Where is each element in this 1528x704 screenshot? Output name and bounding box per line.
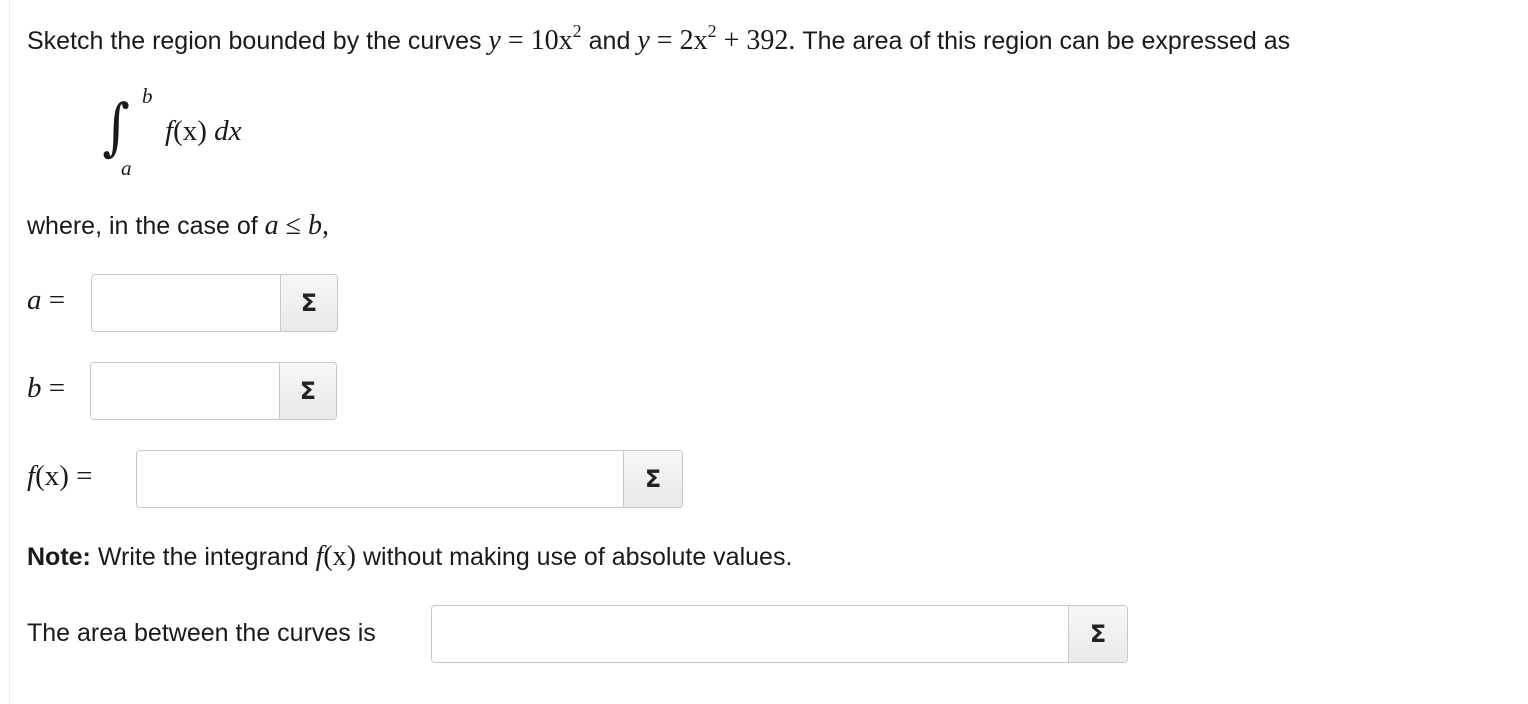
f-label: f(x) = bbox=[27, 460, 93, 492]
b-input[interactable] bbox=[91, 363, 280, 419]
a-equation-editor-button[interactable]: Σ bbox=[281, 275, 337, 331]
where-condition: where, in the case of a ≤ b, bbox=[27, 210, 330, 241]
integrand: f(x) dx bbox=[165, 115, 242, 147]
a-input[interactable] bbox=[92, 275, 281, 331]
area-input[interactable] bbox=[432, 606, 1070, 662]
area-label: The area between the curves is bbox=[27, 619, 376, 647]
integral-upper-bound: b bbox=[142, 84, 153, 108]
f-equation-editor-button[interactable]: Σ bbox=[624, 451, 682, 507]
note: Note: Write the integrand f(x) without m… bbox=[27, 541, 793, 572]
left-border bbox=[9, 0, 10, 704]
curve-1-equation: y = 10x2 bbox=[488, 20, 582, 56]
question-text: Sketch the region bounded by the curves … bbox=[27, 20, 1291, 57]
curve-2-equation: y = 2x2 + 392. bbox=[637, 20, 796, 56]
question-intro: Sketch the region bounded by the curves bbox=[27, 27, 482, 55]
b-input-group: Σ bbox=[90, 362, 337, 420]
f-input[interactable] bbox=[137, 451, 625, 507]
a-label: a = bbox=[27, 284, 66, 316]
sigma-icon: Σ bbox=[299, 377, 317, 405]
f-input-group: Σ bbox=[136, 450, 683, 508]
sigma-icon: Σ bbox=[1089, 620, 1107, 648]
sigma-icon: Σ bbox=[644, 465, 662, 493]
question-tail: The area of this region can be expressed… bbox=[802, 27, 1291, 55]
b-label: b = bbox=[27, 372, 66, 404]
conjunction: and bbox=[588, 27, 631, 55]
integral-lower-bound: a bbox=[121, 156, 132, 180]
b-equation-editor-button[interactable]: Σ bbox=[280, 363, 336, 419]
area-input-group: Σ bbox=[431, 605, 1128, 663]
sigma-icon: Σ bbox=[300, 289, 318, 317]
a-input-group: Σ bbox=[91, 274, 338, 332]
note-label: Note: bbox=[27, 543, 91, 571]
area-equation-editor-button[interactable]: Σ bbox=[1069, 606, 1127, 662]
